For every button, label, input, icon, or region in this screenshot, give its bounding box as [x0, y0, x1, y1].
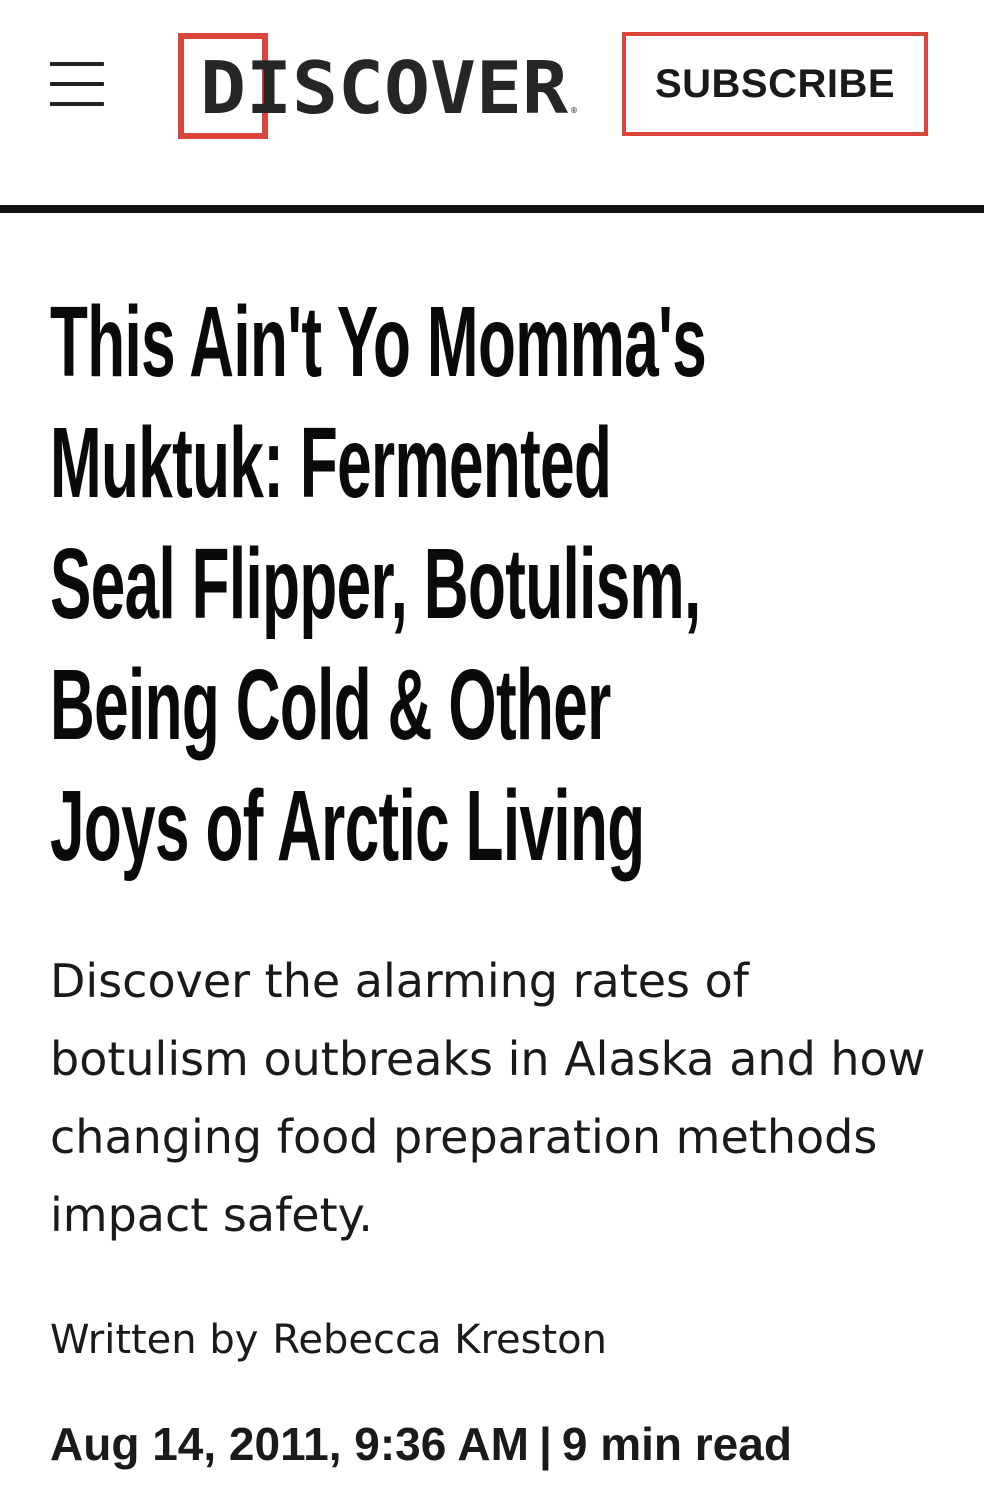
title-line: Joys of Arctic Living	[50, 770, 645, 882]
menu-bar	[50, 102, 104, 106]
article-dek: Discover the alarming rates of botulism …	[50, 954, 926, 1242]
title-line: Seal Flipper, Botulism,	[50, 528, 701, 640]
discover-logo[interactable]: DISCOVER ®	[178, 33, 578, 141]
byline-prefix: Written by	[50, 1317, 259, 1363]
author-link[interactable]: Rebecca Kreston	[272, 1317, 607, 1363]
title-line: This Ain't Yo Momma's	[50, 286, 707, 398]
read-time: 9 min read	[561, 1418, 792, 1470]
publish-date: Aug 14, 2011, 9:36 AM	[50, 1418, 529, 1470]
header-divider	[0, 205, 984, 213]
meta-separator: |	[538, 1418, 552, 1470]
subscribe-button[interactable]: SUBSCRIBE	[622, 32, 928, 136]
svg-text:®: ®	[570, 106, 578, 115]
byline: Written by Rebecca Kreston	[50, 1310, 607, 1370]
site-header: DISCOVER ® SUBSCRIBE	[0, 0, 984, 205]
article-meta: Aug 14, 2011, 9:36 AM | 9 min read	[50, 1412, 792, 1476]
hamburger-menu-icon[interactable]	[50, 62, 104, 108]
title-line: Being Cold & Other	[50, 649, 611, 761]
menu-bar	[50, 82, 104, 86]
article-title: This Ain't Yo Momma's Muktuk: Fermented …	[50, 282, 949, 887]
title-line: Muktuk: Fermented	[50, 407, 612, 519]
logo-text: DISCOVER	[200, 46, 569, 130]
menu-bar	[50, 62, 104, 66]
